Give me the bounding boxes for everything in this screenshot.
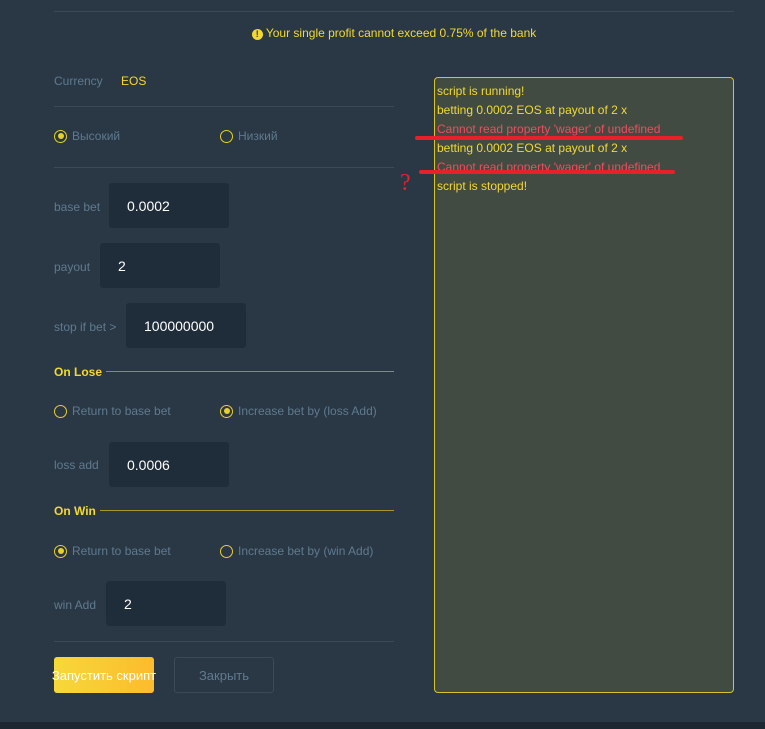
payout-label: payout <box>54 260 91 274</box>
currency-value[interactable]: EOS <box>121 74 146 88</box>
top-divider <box>54 11 734 12</box>
win-add-label: win Add <box>54 598 97 612</box>
radio-circle <box>220 129 233 143</box>
radio-high[interactable]: Высокий <box>54 129 120 143</box>
radio-circle <box>220 544 233 558</box>
radio-low[interactable]: Низкий <box>220 129 278 143</box>
on-win-title: On Win <box>54 504 96 518</box>
payout-input[interactable]: 2 <box>100 243 220 288</box>
base-bet-label: base bet <box>54 200 101 214</box>
on-lose-title: On Lose <box>54 365 103 379</box>
exclamation-circle-icon: ! <box>251 29 263 40</box>
currency-label: Currency <box>54 74 103 88</box>
radio-lose-return[interactable]: Return to base bet <box>54 404 171 418</box>
annotation-overlay: ? <box>400 136 683 195</box>
run-script-button[interactable]: Запустить скрипт <box>52 657 156 693</box>
profit-notice: ! Your single profit cannot exceed 0.75%… <box>0 26 765 40</box>
divider <box>106 371 394 372</box>
annotation-question-mark: ? <box>400 170 411 195</box>
base-bet-input[interactable]: 0.0002 <box>109 183 229 228</box>
divider <box>54 106 394 107</box>
divider <box>54 167 394 168</box>
radio-win-increase[interactable]: Increase bet by (win Add) <box>220 544 373 558</box>
stop-if-bet-label: stop if bet > <box>54 320 117 334</box>
stop-if-bet-input[interactable]: 100000000 <box>126 303 246 348</box>
divider <box>100 510 394 511</box>
radio-lose-increase[interactable]: Increase bet by (loss Add) <box>220 404 377 418</box>
divider <box>54 641 394 642</box>
radio-win-return[interactable]: Return to base bet <box>54 544 171 558</box>
close-button[interactable]: Закрыть <box>174 657 274 693</box>
bottom-bar <box>0 722 765 729</box>
radio-circle <box>54 129 67 143</box>
radio-circle <box>220 404 233 418</box>
loss-add-label: loss add <box>54 458 99 472</box>
radio-circle <box>54 404 67 418</box>
loss-add-input[interactable]: 0.0006 <box>109 442 229 487</box>
win-add-input[interactable]: 2 <box>106 581 226 626</box>
log-line: betting 0.0002 EOS at payout of 2 x <box>437 103 628 117</box>
radio-circle <box>54 544 67 558</box>
log-line: script is running! <box>437 84 525 98</box>
